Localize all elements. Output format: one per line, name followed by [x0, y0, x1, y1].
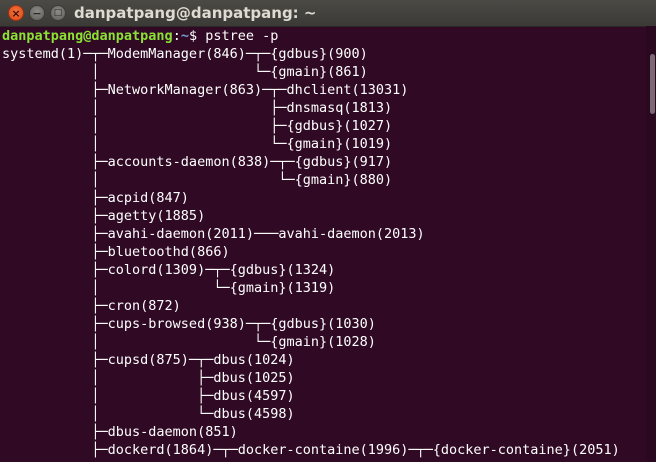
output-line: ├─cupsd(875)─┬─dbus(1024)	[2, 352, 295, 368]
output-line: │ └─{gmain}(1028)	[2, 334, 376, 350]
minimize-icon: −	[32, 7, 42, 20]
output-line: │ └─{gmain}(861)	[2, 64, 368, 80]
terminal-area[interactable]: danpatpang@danpatpang:~$ pstree -p syste…	[0, 26, 646, 462]
output-line: │ └─{gmain}(1019)	[2, 136, 393, 152]
output-line: ├─accounts-daemon(838)─┬─{gdbus}(917)	[2, 154, 393, 170]
title-bar[interactable]: × − □ danpatpang@danpatpang: ~	[0, 0, 656, 27]
output-line: ├─acpid(847)	[2, 190, 189, 206]
output-line: │ ├─dnsmasq(1813)	[2, 100, 393, 116]
prompt-symbol: $	[188, 28, 206, 44]
maximize-button[interactable]: □	[50, 5, 66, 21]
window-title: danpatpang@danpatpang: ~	[74, 4, 317, 22]
output-line: │ └─dbus(4598)	[2, 406, 295, 422]
close-button[interactable]: ×	[8, 5, 24, 21]
scrollbar[interactable]	[646, 26, 656, 462]
output-line: ├─agetty(1885)	[2, 208, 206, 224]
close-icon: ×	[11, 7, 21, 20]
prompt-path: ~	[180, 28, 189, 44]
output-line: │ └─{gmain}(1319)	[2, 280, 336, 296]
prompt-line: danpatpang@danpatpang:~$ pstree -p	[2, 27, 278, 45]
prompt-separator: :	[172, 28, 181, 44]
output-line: systemd(1)─┬─ModemManager(846)─┬─{gdbus}…	[2, 46, 368, 62]
maximize-icon: □	[53, 8, 63, 18]
output-line: ├─dbus-daemon(851)	[2, 424, 238, 440]
command-text: pstree -p	[205, 28, 279, 44]
output-line: ├─colord(1309)─┬─{gdbus}(1324)	[2, 262, 336, 278]
terminal-window: × − □ danpatpang@danpatpang: ~ danpatpan…	[0, 0, 656, 462]
output-line: ├─cron(872)	[2, 298, 181, 314]
output-line: │ ├─{gdbus}(1027)	[2, 118, 393, 134]
output-line: │ ├─dbus(1025)	[2, 370, 295, 386]
output-line: │ ├─dbus(4597)	[2, 388, 295, 404]
prompt-userhost: danpatpang@danpatpang	[2, 28, 173, 44]
scrollbar-thumb[interactable]	[650, 54, 655, 114]
output-line: │ └─{gmain}(880)	[2, 172, 393, 188]
minimize-button[interactable]: −	[29, 5, 45, 21]
output-line: ├─dockerd(1864)─┬─docker-containe(1996)─…	[2, 442, 620, 458]
output-line: ├─cups-browsed(938)─┬─{gdbus}(1030)	[2, 316, 376, 332]
output-line: ├─avahi-daemon(2011)───avahi-daemon(2013…	[2, 226, 425, 242]
output-line: ├─NetworkManager(863)─┬─dhclient(13031)	[2, 82, 409, 98]
output-line: ├─bluetoothd(866)	[2, 244, 230, 260]
